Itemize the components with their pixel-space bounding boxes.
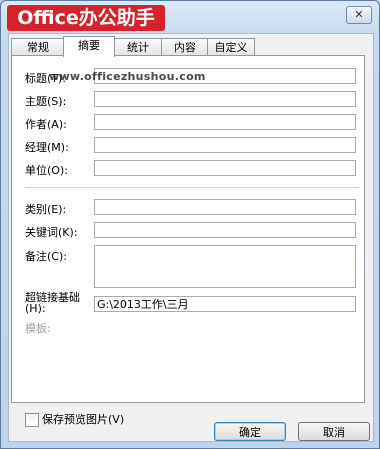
tab-summary[interactable]: 摘要 <box>63 36 115 57</box>
hyperlink-base-field[interactable]: G:\2013工作\三月 <box>94 296 356 312</box>
watermark-logo: Office办公助手 <box>7 5 165 31</box>
close-icon: ✕ <box>354 8 364 21</box>
comments-label: 备注(C): <box>25 250 67 263</box>
tab-statistics[interactable]: 统计 <box>113 38 163 56</box>
tab-custom[interactable]: 自定义 <box>207 38 255 56</box>
company-field[interactable] <box>94 160 356 176</box>
category-label: 类别(E): <box>25 203 67 216</box>
close-button[interactable]: ✕ <box>346 6 372 24</box>
section-divider <box>25 187 359 188</box>
category-field[interactable] <box>94 199 356 215</box>
template-label: 模板: <box>25 322 51 335</box>
save-preview-label[interactable]: 保存预览图片(V) <box>42 411 124 427</box>
author-label: 作者(A): <box>25 118 67 131</box>
cancel-button[interactable]: 取消 <box>298 422 370 441</box>
subject-label: 主题(S): <box>25 95 67 108</box>
keywords-label: 关键词(K): <box>25 226 78 239</box>
manager-field[interactable] <box>94 137 356 153</box>
watermark-url: www.officezhushou.com <box>49 70 206 83</box>
tab-general[interactable]: 常规 <box>11 38 65 56</box>
comments-field[interactable] <box>94 245 356 288</box>
save-preview-checkbox[interactable] <box>25 413 39 427</box>
company-label: 单位(O): <box>25 164 68 177</box>
subject-field[interactable] <box>94 91 356 107</box>
ok-button[interactable]: 确定 <box>214 422 286 441</box>
author-field[interactable] <box>94 114 356 130</box>
tab-contents[interactable]: 内容 <box>161 38 209 56</box>
hyperlink-base-label: 超链接基础 (H): <box>25 291 80 315</box>
properties-dialog: ✕ Office办公助手 常规 摘要 统计 内容 自定义 www.officez… <box>0 0 380 449</box>
manager-label: 经理(M): <box>25 141 69 154</box>
keywords-field[interactable] <box>94 222 356 238</box>
dialog-client-area: 常规 摘要 统计 内容 自定义 www.officezhushou.com 标题… <box>8 33 374 442</box>
summary-panel: 标题(T): 主题(S): 作者(A): 经理(M): 单位(O): 类别(E)… <box>11 55 365 427</box>
